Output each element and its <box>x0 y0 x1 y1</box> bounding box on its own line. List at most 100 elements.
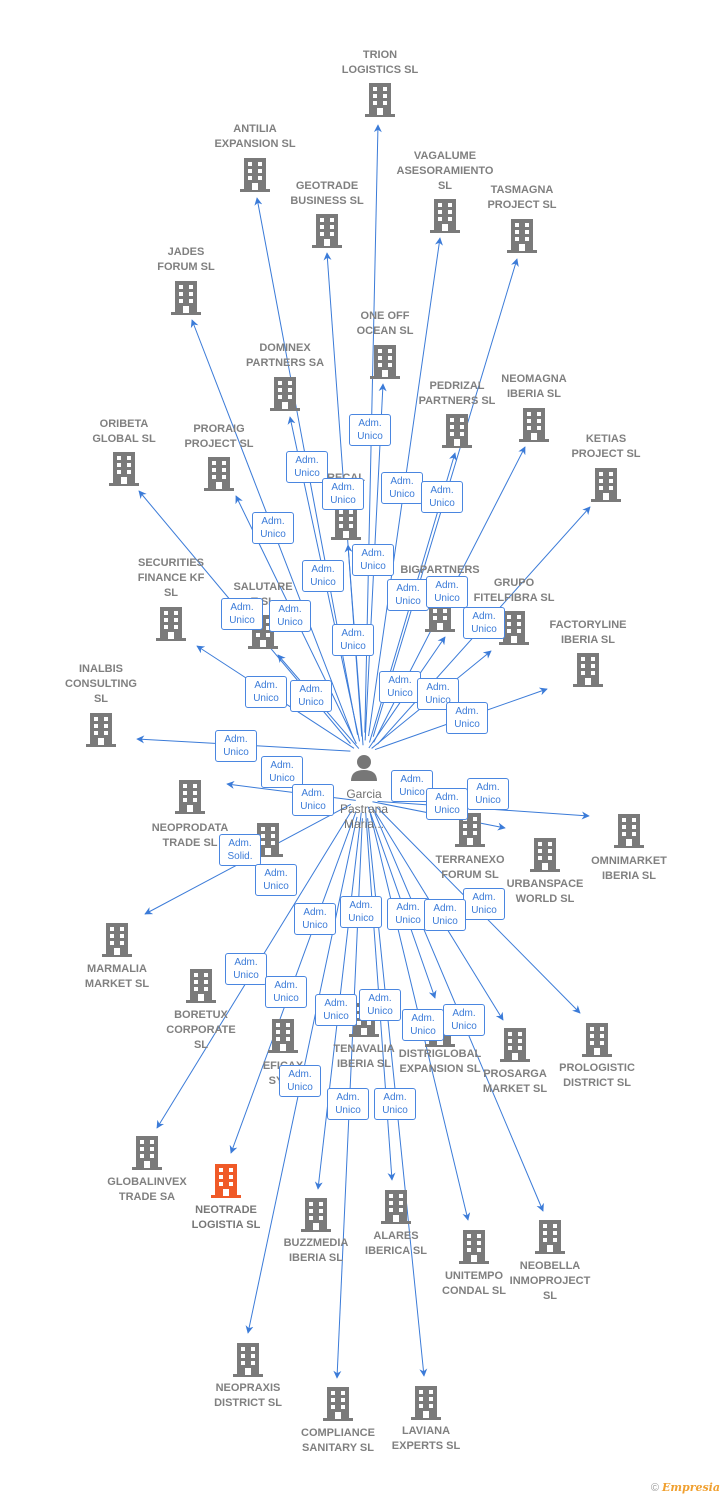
company-label[interactable]: NEOBELLA INMOPROJECT SL <box>510 1259 591 1304</box>
building-icon[interactable] <box>156 607 186 641</box>
building-icon[interactable] <box>102 923 132 957</box>
company-label[interactable]: LAVIANA EXPERTS SL <box>392 1424 460 1454</box>
building-icon[interactable] <box>109 452 139 486</box>
building-icon[interactable] <box>500 1028 530 1062</box>
building-icon[interactable] <box>270 377 300 411</box>
building-icon[interactable] <box>442 414 472 448</box>
company-label[interactable]: TENAVALIA IBERIA SL <box>333 1042 394 1072</box>
building-icon[interactable] <box>459 1230 489 1264</box>
company-label[interactable]: ALARES IBERICA SL <box>365 1229 427 1259</box>
company-label[interactable]: ORIBETA GLOBAL SL <box>92 417 155 447</box>
role-badge: Adm. Unico <box>352 544 394 576</box>
building-icon[interactable] <box>507 219 537 253</box>
building-icon[interactable] <box>381 1190 411 1224</box>
company-label[interactable]: ONE OFF OCEAN SL <box>357 309 414 339</box>
building-icon[interactable] <box>132 1136 162 1170</box>
company-name-line: TRADE SA <box>118 1191 176 1203</box>
building-icon[interactable] <box>171 281 201 315</box>
building-icon[interactable] <box>331 506 361 540</box>
company-label[interactable]: URBANSPACE WORLD SL <box>507 877 584 907</box>
center-person-label[interactable]: Garcia Pastrana Maria... <box>340 787 388 832</box>
company-label[interactable]: UNITEMPO CONDAL SL <box>442 1269 506 1299</box>
building-icon[interactable] <box>530 838 560 872</box>
role-badge: Adm. Unico <box>359 989 401 1021</box>
role-badge: Adm. Unico <box>292 784 334 816</box>
company-label[interactable]: GEOTRADE BUSINESS SL <box>290 179 363 209</box>
building-icon[interactable] <box>233 1343 263 1377</box>
company-label[interactable]: FACTORYLINE IBERIA SL <box>549 618 626 648</box>
building-icon[interactable] <box>365 83 395 117</box>
company-label[interactable]: NEOTRADE LOGISTIA SL <box>192 1203 261 1233</box>
company-label[interactable]: NEOMAGNA IBERIA SL <box>501 372 566 402</box>
building-icon[interactable] <box>301 1198 331 1232</box>
building-icon[interactable] <box>411 1386 441 1420</box>
company-label[interactable]: TERRANEXO FORUM SL <box>435 853 504 883</box>
person-icon <box>351 755 377 781</box>
company-name-line: OCEAN SL <box>356 325 414 337</box>
company-name-line: IBERIA SL <box>602 870 656 882</box>
building-icon[interactable] <box>204 457 234 491</box>
role-badge: Adm. Unico <box>446 702 488 734</box>
building-icon[interactable] <box>323 1387 353 1421</box>
building-icon[interactable] <box>175 780 205 814</box>
company-label[interactable]: VAGALUME ASESORAMIENTO SL <box>397 149 494 194</box>
company-label[interactable]: ANTILIA EXPANSION SL <box>214 122 295 152</box>
company-label[interactable]: KETIAS PROJECT SL <box>571 432 640 462</box>
building-icon[interactable] <box>240 158 270 192</box>
company-name-line: BUZZMEDIA <box>283 1237 349 1249</box>
company-label[interactable]: MARMALIA MARKET SL <box>85 962 149 992</box>
company-label[interactable]: PEDRIZAL PARTNERS SL <box>419 379 496 409</box>
company-name-line: SL <box>437 180 453 192</box>
role-badge: Adm. Unico <box>290 680 332 712</box>
person-name-line: Pastrana <box>339 802 389 816</box>
company-label[interactable]: GLOBALINVEX TRADE SA <box>107 1175 186 1205</box>
building-icon[interactable] <box>535 1220 565 1254</box>
company-name-line: IBERIA SL <box>506 388 561 400</box>
role-badge: Adm. Unico <box>294 903 336 935</box>
company-label[interactable]: PRORAIG PROJECT SL <box>184 422 253 452</box>
company-name-line: EXPANSION SL <box>399 1063 481 1075</box>
building-icon[interactable] <box>211 1164 241 1198</box>
company-name-line: PROSARGA <box>483 1068 547 1080</box>
building-icon[interactable] <box>86 713 116 747</box>
company-label[interactable]: GRUPO FITELFIBRA SL <box>474 576 555 606</box>
company-label[interactable]: JADES FORUM SL <box>157 245 214 275</box>
company-label[interactable]: PROLOGISTIC DISTRICT SL <box>559 1061 635 1091</box>
company-label[interactable]: BORETUX CORPORATE SL <box>166 1008 235 1053</box>
company-name-line: CONSULTING <box>65 678 137 690</box>
company-name-line: DISTRIGLOBAL <box>398 1048 482 1060</box>
company-name-line: WORLD SL <box>515 893 575 905</box>
building-icon[interactable] <box>370 345 400 379</box>
company-name-line: IBERIA SL <box>560 634 615 646</box>
building-icon[interactable] <box>519 408 549 442</box>
company-label[interactable]: NEOPRAXIS DISTRICT SL <box>214 1381 282 1411</box>
company-label[interactable]: COMPLIANCE SANITARY SL <box>301 1426 375 1456</box>
building-icon[interactable] <box>614 814 644 848</box>
company-name-line: PROJECT SL <box>487 199 557 211</box>
company-label[interactable]: TRION LOGISTICS SL <box>342 48 418 78</box>
company-label[interactable]: SECURITIES FINANCE KF SL <box>138 556 205 601</box>
building-icon[interactable] <box>582 1023 612 1057</box>
company-name-line: MARKET SL <box>482 1083 548 1095</box>
company-label[interactable]: DOMINEX PARTNERS SA <box>246 341 324 371</box>
company-name-line: EXPANSION SL <box>214 138 296 150</box>
building-icon[interactable] <box>268 1019 298 1053</box>
company-label[interactable]: TASMAGNA PROJECT SL <box>487 183 556 213</box>
role-badge: Adm. Unico <box>215 730 257 762</box>
company-label[interactable]: DISTRIGLOBAL EXPANSION SL <box>399 1047 482 1077</box>
building-icon[interactable] <box>312 214 342 248</box>
building-icon[interactable] <box>186 969 216 1003</box>
company-name-line: PARTNERS SA <box>245 357 325 369</box>
building-icon[interactable] <box>430 199 460 233</box>
company-name-line: SL <box>163 587 179 599</box>
building-icon[interactable] <box>573 653 603 687</box>
company-label[interactable]: INALBIS CONSULTING SL <box>65 662 137 707</box>
building-icon[interactable] <box>591 468 621 502</box>
company-label[interactable]: PROSARGA MARKET SL <box>483 1067 547 1097</box>
company-name-line: OMNIMARKET <box>591 855 667 867</box>
footer-brand: © Empresia <box>650 1481 720 1494</box>
company-label[interactable]: NEOPRODATA TRADE SL <box>152 821 229 851</box>
company-label[interactable]: OMNIMARKET IBERIA SL <box>591 854 667 884</box>
company-label[interactable]: BUZZMEDIA IBERIA SL <box>284 1236 349 1266</box>
company-name-line: IBERIA SL <box>337 1058 391 1070</box>
